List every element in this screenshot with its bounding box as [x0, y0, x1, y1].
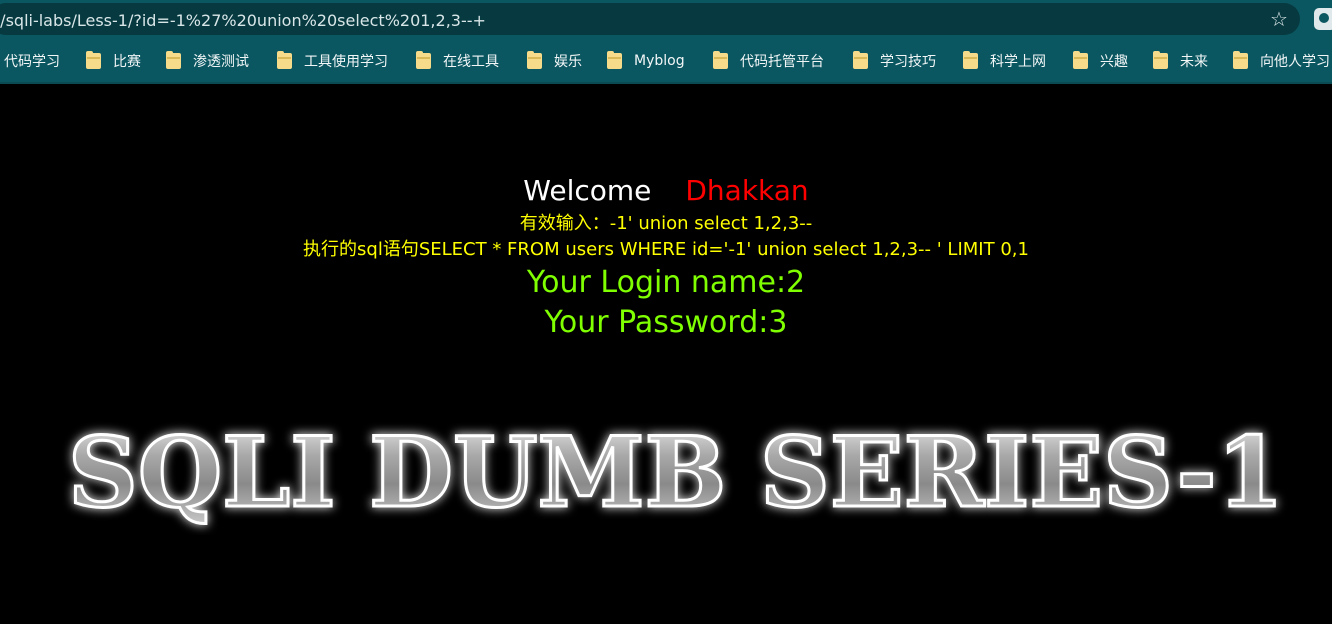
- folder-icon: [713, 51, 728, 69]
- bookmark-myblog[interactable]: Myblog: [607, 50, 685, 72]
- bookmark-interests[interactable]: 兴趣: [1073, 50, 1128, 72]
- bookmark-code-learning[interactable]: 代码学习: [4, 50, 60, 72]
- sqli-dumb-series-logo: SQLI DUMB SERIES-1: [0, 405, 1332, 535]
- folder-icon: [963, 51, 978, 69]
- folder-icon: [277, 51, 292, 69]
- folder-icon: [1233, 51, 1248, 69]
- bookmark-online-tools[interactable]: 在线工具: [416, 50, 499, 72]
- address-bar: 1/sqli-labs/Less-1/?id=-1%27%20union%20s…: [0, 0, 1332, 38]
- folder-icon: [527, 51, 542, 69]
- bookmark-label: 向他人学习: [1260, 54, 1330, 70]
- folder-icon: [1073, 51, 1088, 69]
- bookmark-competitions[interactable]: 比赛: [86, 50, 141, 72]
- url-text[interactable]: 1/sqli-labs/Less-1/?id=-1%27%20union%20s…: [0, 11, 486, 31]
- folder-icon: [416, 51, 431, 69]
- bookmarks-bar: 代码学习 比赛 渗透测试 工具使用学习 在线工具 娱乐 Myblog 代码托管平…: [0, 38, 1332, 84]
- welcome-heading: Welcome Dhakkan: [0, 172, 1332, 210]
- bookmark-label: Myblog: [634, 53, 685, 69]
- bookmark-label: 比赛: [113, 54, 141, 70]
- folder-icon: [853, 51, 868, 69]
- bookmark-star-icon[interactable]: ☆: [1266, 6, 1292, 32]
- executed-sql-text: 执行的sql语句SELECT * FROM users WHERE id='-1…: [303, 239, 1029, 260]
- welcome-name: Dhakkan: [685, 174, 809, 207]
- password-result: Your Password:3: [544, 305, 788, 340]
- folder-icon: [1153, 51, 1168, 69]
- bookmark-internet-access[interactable]: 科学上网: [963, 50, 1046, 72]
- logo-graphic: SQLI DUMB SERIES-1: [67, 415, 1286, 531]
- bookmark-label: 代码学习: [4, 54, 60, 70]
- profile-icon[interactable]: [1314, 8, 1332, 30]
- bookmark-label: 兴趣: [1100, 54, 1128, 70]
- bookmark-tools-learning[interactable]: 工具使用学习: [277, 50, 388, 72]
- bookmark-code-hosting[interactable]: 代码托管平台: [713, 50, 824, 72]
- bookmark-label: 在线工具: [443, 54, 499, 70]
- bookmark-future[interactable]: 未来: [1153, 50, 1208, 72]
- bookmark-label: 学习技巧: [880, 54, 936, 70]
- folder-icon: [86, 51, 101, 69]
- bookmark-label: 科学上网: [990, 54, 1046, 70]
- bookmark-label: 渗透测试: [193, 54, 249, 70]
- login-name-result: Your Login name:2: [526, 265, 806, 300]
- folder-icon: [166, 51, 181, 69]
- bookmark-study-tips[interactable]: 学习技巧: [853, 50, 936, 72]
- bookmark-learn-from-others[interactable]: 向他人学习: [1233, 50, 1330, 72]
- bookmark-pentest[interactable]: 渗透测试: [166, 50, 249, 72]
- bookmark-label: 工具使用学习: [304, 54, 388, 70]
- url-field[interactable]: 1/sqli-labs/Less-1/?id=-1%27%20union%20s…: [0, 3, 1300, 35]
- bookmark-entertainment[interactable]: 娱乐: [527, 50, 582, 72]
- valid-input-text: 有效输入：-1' union select 1,2,3--: [519, 213, 813, 234]
- bookmark-label: 代码托管平台: [740, 54, 824, 70]
- welcome-text: Welcome: [523, 174, 652, 207]
- bookmark-label: 娱乐: [554, 54, 582, 70]
- bookmark-label: 未来: [1180, 54, 1208, 70]
- logo-text: SQLI DUMB SERIES-1: [68, 416, 1284, 529]
- folder-icon: [607, 51, 622, 69]
